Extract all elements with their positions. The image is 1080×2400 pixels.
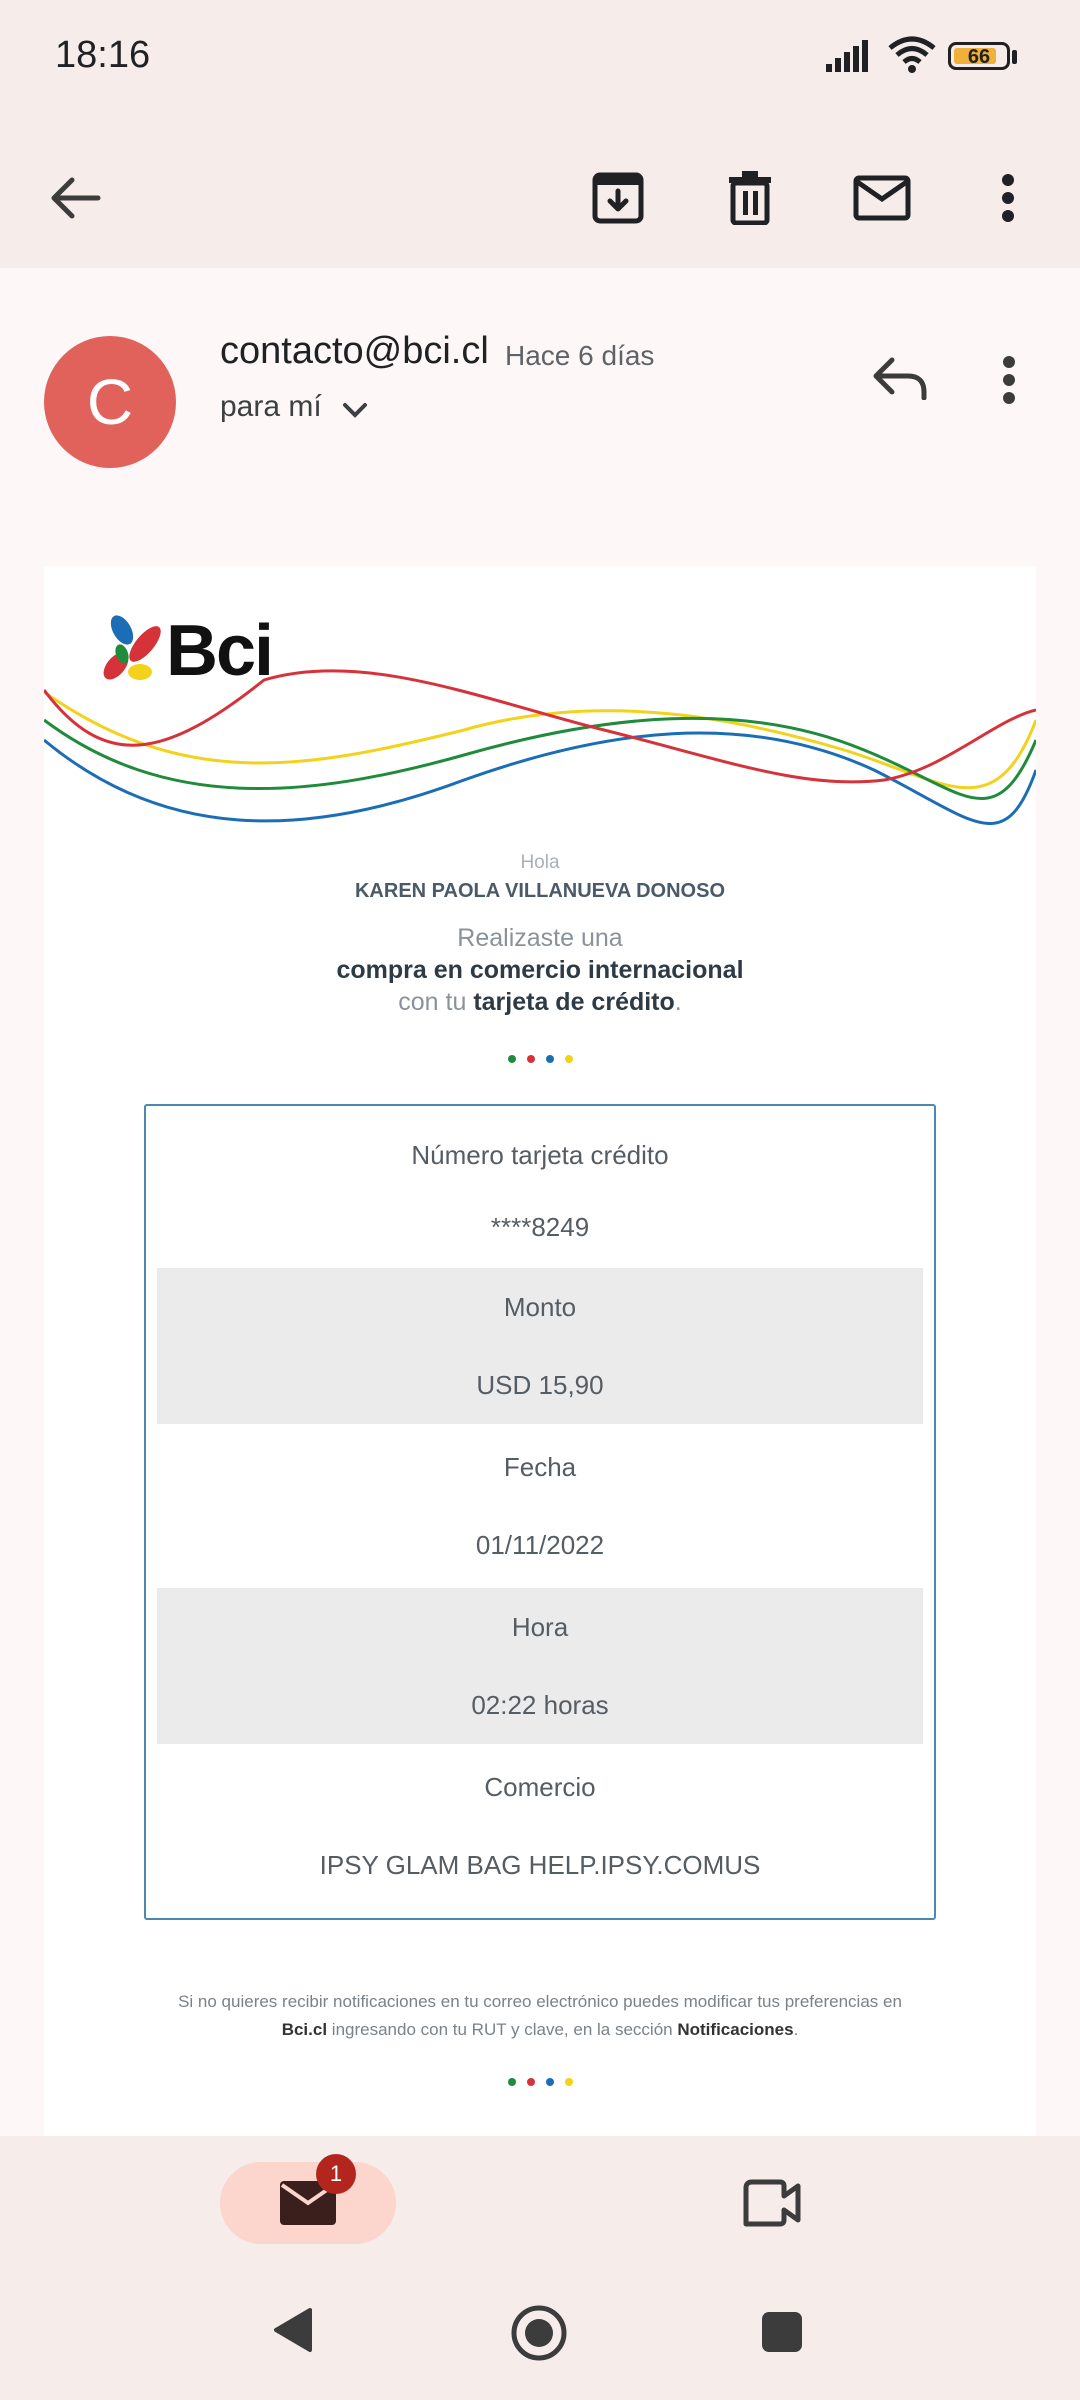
delete-icon [729,171,771,225]
footer-link[interactable]: Bci.cl [282,2020,327,2039]
back-arrow-icon [51,177,101,219]
dot-green [507,1055,516,1063]
detail-value: IPSY GLAM BAG HELP.IPSY.COMUS [319,1850,761,1880]
detail-value: 01/11/2022 [475,1530,605,1560]
more-options-button[interactable] [968,158,1048,238]
mark-unread-button[interactable] [842,158,922,238]
message-time: Hace 6 días [505,340,655,371]
battery-icon: 66 [948,42,1010,70]
meet-video-icon[interactable] [742,2178,802,2228]
brand-dots-top [44,1055,1036,1063]
wifi-icon [888,36,936,73]
message-line-3-prefix: con tu [398,988,467,1016]
detail-label: Fecha [503,1452,577,1482]
unread-badge: 1 [316,2154,356,2194]
message-line-3-bold: tarjeta de crédito [473,988,675,1016]
dot-green [507,2078,516,2086]
mail-tab[interactable] [220,2162,396,2244]
more-vert-icon [1002,174,1014,222]
app-bar [0,120,1080,268]
back-button[interactable] [36,158,116,238]
chevron-down-icon[interactable] [342,402,368,418]
message-line-3: con tu tarjeta de crédito. [44,988,1036,1017]
dot-blue [545,1055,554,1063]
message-line-1: Realizaste una [457,924,623,952]
signal-icon [826,40,868,72]
detail-value: USD 15,90 [476,1370,604,1400]
detail-value: 02:22 horas [471,1690,609,1720]
footer-text: Si no quieres recibir notificaciones en … [178,1992,902,2011]
greeting: Hola [520,852,560,873]
footer-bold: Notificaciones [677,2020,794,2039]
customer-name: KAREN PAOLA VILLANUEVA DONOSO [354,880,725,902]
system-back-icon[interactable] [272,2306,314,2354]
detail-row-time: Hora 02:22 horas [157,1588,923,1744]
system-recents-icon[interactable] [760,2310,804,2354]
delete-button[interactable] [710,158,790,238]
detail-label: Comercio [484,1772,596,1802]
status-clock: 18:16 [55,34,151,76]
archive-button[interactable] [578,158,658,238]
dot-red [526,2078,535,2086]
dot-yellow [564,2078,573,2086]
detail-row-date: Fecha 01/11/2022 [157,1424,923,1588]
dot-red [526,1055,535,1063]
email-footer: Si no quieres recibir notificaciones en … [140,1988,940,2044]
message-line-2: compra en comercio internacional [336,956,744,984]
dot-blue [545,2078,554,2086]
detail-value: ****8249 [490,1212,590,1242]
archive-icon [592,172,644,224]
detail-label: Hora [511,1612,569,1642]
footer-end: . [793,2020,799,2039]
detail-row-card-number: Número tarjeta crédito ****8249 [157,1106,923,1266]
detail-row-merchant: Comercio IPSY GLAM BAG HELP.IPSY.COMUS [157,1744,923,1914]
sender-avatar[interactable]: C [44,336,176,468]
detail-label: Monto [503,1292,577,1322]
detail-row-amount: Monto USD 15,90 [157,1268,923,1424]
message-line-3-suffix: . [674,988,682,1016]
dot-yellow [564,1055,573,1063]
battery-level: 66 [967,46,991,68]
footer-mid: ingresando con tu RUT y clave, en la sec… [331,2020,673,2039]
sender-address[interactable]: contacto@bci.cl [220,330,489,373]
brand-dots-bottom [44,2078,1036,2086]
battery-tip [1012,50,1017,64]
system-home-icon[interactable] [510,2304,568,2362]
brand-waves [44,669,1036,825]
recipient-label[interactable]: para mí [220,390,322,424]
detail-label: Número tarjeta crédito [411,1140,669,1170]
message-more-icon[interactable] [1002,356,1016,404]
reply-icon[interactable] [872,356,928,400]
mark-unread-icon [853,175,911,221]
